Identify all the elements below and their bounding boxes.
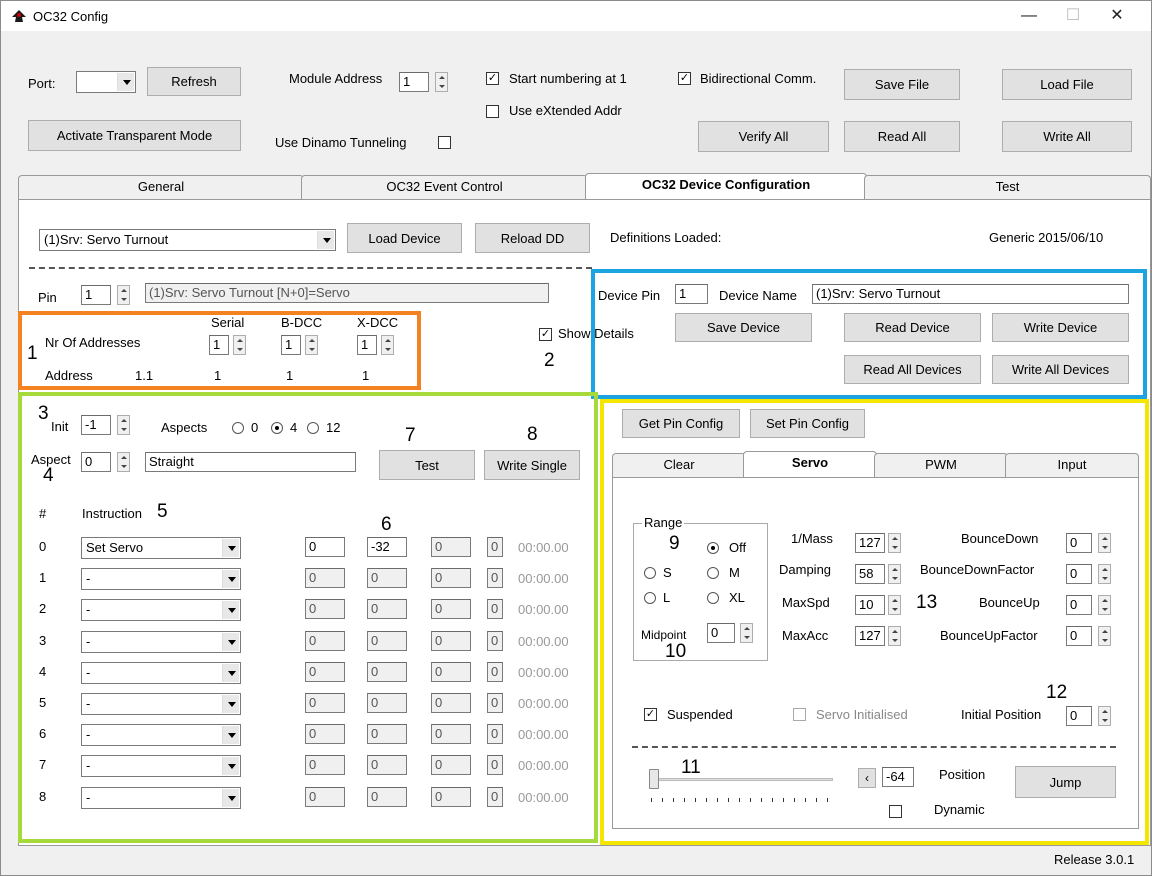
maximize-button[interactable]: ☐ xyxy=(1053,5,1093,27)
pin-label: Pin xyxy=(38,290,57,305)
pin-input[interactable]: 1 xyxy=(81,285,111,305)
use-extended-checkbox[interactable] xyxy=(486,105,499,118)
refresh-button[interactable]: Refresh xyxy=(147,67,241,96)
highlight-box-green xyxy=(18,392,598,843)
tab-general[interactable]: General xyxy=(18,175,304,199)
annotation-1: 1 xyxy=(27,343,38,364)
start-numbering-checkbox[interactable]: ✓ xyxy=(486,72,499,85)
annotation-3: 3 xyxy=(38,403,49,424)
annotation-13: 13 xyxy=(916,592,938,613)
use-dinamo-label: Use Dinamo Tunneling xyxy=(275,135,407,150)
use-extended-label: Use eXtended Addr xyxy=(509,103,622,118)
load-device-button[interactable]: Load Device xyxy=(347,223,462,253)
annotation-9: 9 xyxy=(669,533,680,554)
pin-description: (1)Srv: Servo Turnout [N+0]=Servo xyxy=(145,283,549,303)
close-button[interactable]: ✕ xyxy=(1097,5,1137,27)
highlight-box-orange xyxy=(18,311,421,390)
verify-all-button[interactable]: Verify All xyxy=(698,121,829,152)
tab-device-configuration[interactable]: OC32 Device Configuration xyxy=(585,173,867,199)
bidirectional-label: Bidirectional Comm. xyxy=(700,71,817,86)
title-bar: OC32 Config — ☐ ✕ xyxy=(1,1,1151,31)
highlight-box-blue xyxy=(591,269,1147,399)
annotation-10: 10 xyxy=(665,641,687,662)
annotation-8: 8 xyxy=(527,424,538,445)
annotation-7: 7 xyxy=(405,425,416,446)
annotation-12: 12 xyxy=(1046,682,1068,703)
chevron-down-icon xyxy=(317,231,334,249)
window-title: OC32 Config xyxy=(33,9,109,24)
start-numbering-label: Start numbering at 1 xyxy=(509,71,627,86)
tab-event-control[interactable]: OC32 Event Control xyxy=(301,175,588,199)
annotation-6: 6 xyxy=(381,514,392,535)
load-file-button[interactable]: Load File xyxy=(1002,69,1132,100)
save-file-button[interactable]: Save File xyxy=(844,69,960,100)
minimize-button[interactable]: — xyxy=(1009,5,1049,27)
app-window: OC32 Config — ☐ ✕ Port: Refresh Module A… xyxy=(0,0,1152,876)
module-address-label: Module Address xyxy=(289,71,383,86)
chevron-down-icon xyxy=(117,73,134,91)
definitions-value: Generic 2015/06/10 xyxy=(989,230,1104,245)
annotation-5: 5 xyxy=(157,501,168,522)
port-select[interactable] xyxy=(76,71,136,93)
use-dinamo-checkbox[interactable] xyxy=(438,136,451,149)
annotation-2: 2 xyxy=(544,350,555,371)
app-logo-icon xyxy=(12,10,26,22)
definitions-label: Definitions Loaded: xyxy=(610,230,722,245)
divider xyxy=(29,267,592,269)
write-all-button[interactable]: Write All xyxy=(1002,121,1132,152)
module-address-stepper[interactable] xyxy=(435,72,448,92)
annotation-4: 4 xyxy=(43,465,54,486)
activate-transparent-button[interactable]: Activate Transparent Mode xyxy=(28,120,241,151)
reload-dd-button[interactable]: Reload DD xyxy=(475,223,590,253)
module-address-input[interactable]: 1 xyxy=(399,72,429,92)
show-details-checkbox[interactable]: ✓ xyxy=(539,328,552,341)
pin-stepper[interactable] xyxy=(117,285,130,305)
bidirectional-checkbox[interactable]: ✓ xyxy=(678,72,691,85)
tab-test[interactable]: Test xyxy=(864,175,1151,199)
read-all-button[interactable]: Read All xyxy=(844,121,960,152)
port-label: Port: xyxy=(28,76,56,91)
release-label: Release 3.0.1 xyxy=(1054,852,1135,867)
device-select[interactable]: (1)Srv: Servo Turnout xyxy=(39,229,336,251)
annotation-11: 11 xyxy=(681,757,701,778)
